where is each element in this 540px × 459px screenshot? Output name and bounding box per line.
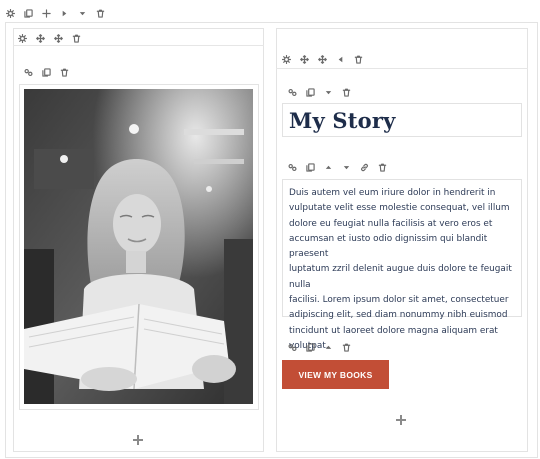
heading-module[interactable]: My Story — [282, 103, 522, 137]
text-module-toolbar — [287, 160, 395, 174]
duplicate-icon[interactable] — [305, 341, 315, 353]
add-module-icon[interactable] — [132, 434, 144, 446]
settings-icon[interactable] — [287, 86, 297, 98]
arrow-left-icon[interactable] — [335, 53, 345, 65]
duplicate-icon[interactable] — [23, 7, 33, 19]
story-heading: My Story — [289, 108, 396, 133]
duplicate-icon[interactable] — [305, 161, 315, 173]
image-module-toolbar — [23, 65, 77, 79]
heading-module-toolbar — [287, 85, 359, 99]
move-icon[interactable] — [53, 32, 63, 44]
chevron-down-icon[interactable] — [77, 7, 87, 19]
trash-icon[interactable] — [59, 66, 69, 78]
divider — [13, 45, 264, 46]
move-icon[interactable] — [317, 53, 327, 65]
move-icon[interactable] — [299, 53, 309, 65]
view-my-books-button[interactable]: VIEW MY BOOKS — [282, 360, 389, 389]
trash-icon[interactable] — [377, 161, 387, 173]
settings-icon[interactable] — [23, 66, 33, 78]
left-column-toolbar — [17, 31, 89, 45]
arrow-right-icon[interactable] — [59, 7, 69, 19]
gear-icon[interactable] — [17, 32, 27, 44]
trash-icon[interactable] — [341, 86, 351, 98]
gear-icon[interactable] — [281, 53, 291, 65]
trash-icon[interactable] — [341, 341, 351, 353]
settings-icon[interactable] — [287, 161, 297, 173]
add-module-icon[interactable] — [395, 414, 407, 426]
text-module[interactable]: Duis autem vel eum iriure dolor in hendr… — [282, 179, 522, 351]
section-toolbar — [5, 6, 113, 20]
add-icon[interactable] — [41, 7, 51, 19]
trash-icon[interactable] — [71, 32, 81, 44]
duplicate-icon[interactable] — [41, 66, 51, 78]
trash-icon[interactable] — [353, 53, 363, 65]
chevron-down-icon[interactable] — [323, 86, 333, 98]
story-paragraph: Duis autem vel eum iriure dolor in hendr… — [289, 188, 512, 351]
chevron-up-icon[interactable] — [323, 161, 333, 173]
woman-reading-photo[interactable] — [24, 89, 253, 404]
chevron-up-icon[interactable] — [323, 341, 333, 353]
move-icon[interactable] — [35, 32, 45, 44]
button-module-toolbar — [287, 340, 359, 354]
trash-icon[interactable] — [95, 7, 105, 19]
link-icon[interactable] — [359, 161, 369, 173]
right-column-toolbar — [281, 52, 371, 66]
gear-icon[interactable] — [5, 7, 15, 19]
duplicate-icon[interactable] — [305, 86, 315, 98]
chevron-down-icon[interactable] — [341, 161, 351, 173]
divider — [276, 68, 528, 69]
settings-icon[interactable] — [287, 341, 297, 353]
